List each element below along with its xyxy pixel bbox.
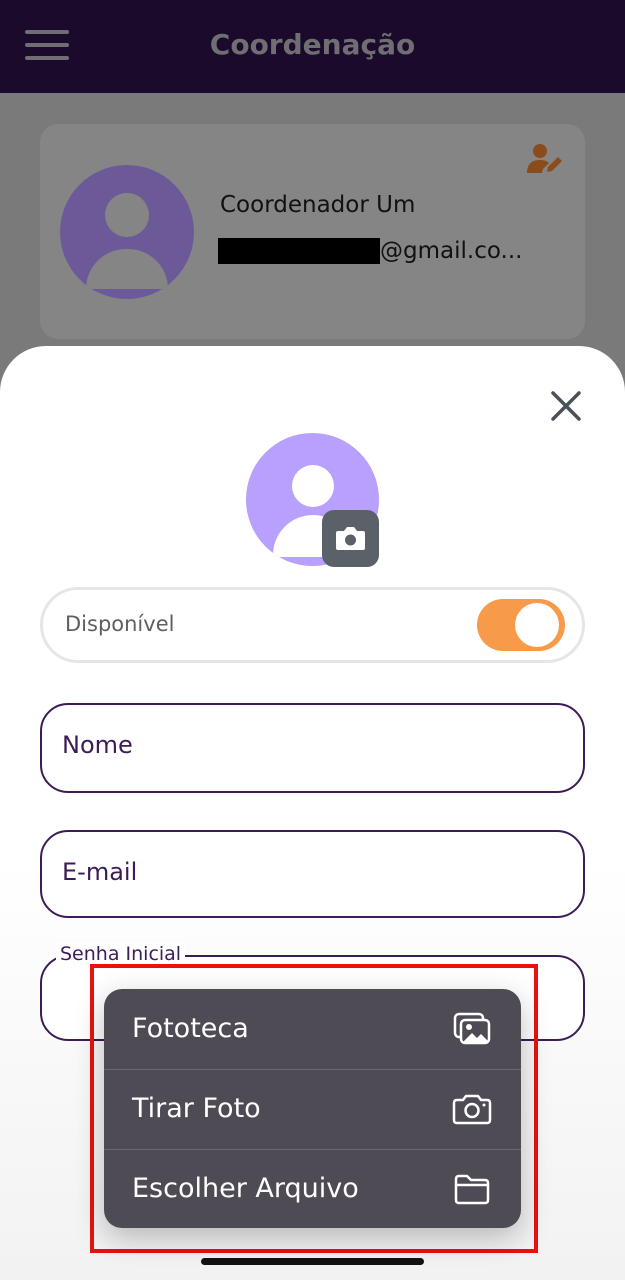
change-photo-button[interactable] [322,510,379,567]
profile-name: Coordenador Um [220,192,416,218]
menu-item-label: Escolher Arquivo [132,1173,359,1204]
photo-library-icon [453,1012,491,1045]
avatar [60,165,194,299]
folder-icon [454,1174,490,1205]
availability-toggle[interactable] [477,599,565,651]
photo-source-menu: Fototeca Tirar Foto Escolher Arquivo [104,989,521,1228]
menu-item-take-photo[interactable]: Tirar Foto [104,1069,521,1149]
menu-item-choose-file[interactable]: Escolher Arquivo [104,1149,521,1228]
home-indicator[interactable] [201,1258,424,1265]
name-field[interactable]: Nome [40,703,585,793]
app-header: Coordenação [0,0,625,93]
password-label: Senha Inicial [56,943,186,965]
menu-item-label: Fototeca [132,1013,249,1044]
camera-icon [336,527,365,550]
page-title: Coordenação [209,28,416,61]
email-field[interactable]: E-mail [40,830,585,918]
camera-icon [452,1094,492,1125]
profile-email: @gmail.co... [218,238,522,264]
profile-card: Coordenador Um @gmail.co... [40,124,585,339]
email-placeholder: E-mail [62,858,138,886]
menu-item-photo-library[interactable]: Fototeca [104,989,521,1069]
name-placeholder: Nome [62,731,133,759]
availability-row: Disponível [40,587,585,663]
email-suffix: @gmail.co... [380,238,523,264]
availability-label: Disponível [65,612,175,636]
close-icon[interactable] [548,388,584,424]
edit-user-icon[interactable] [526,142,564,174]
menu-item-label: Tirar Foto [132,1093,261,1124]
redacted-block [218,238,380,264]
